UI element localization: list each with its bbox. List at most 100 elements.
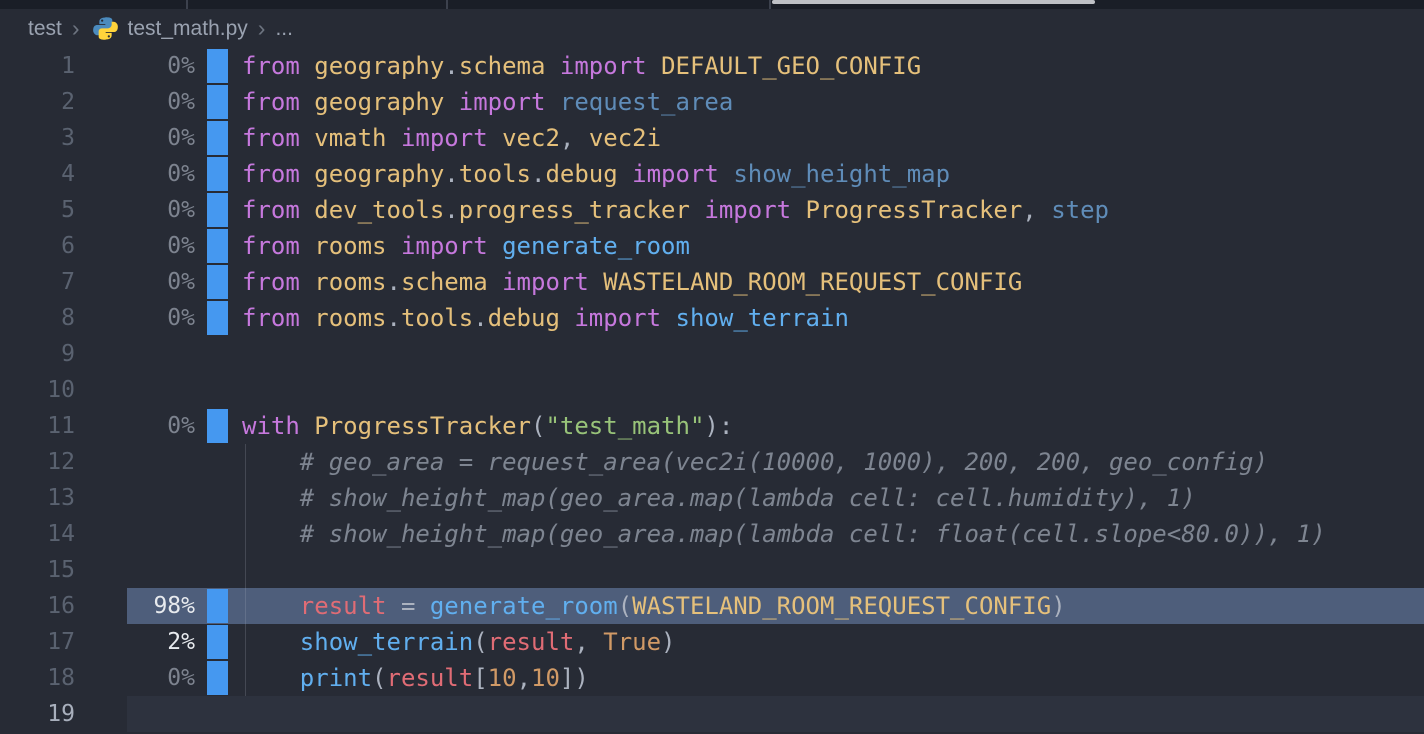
coverage-bar — [207, 265, 228, 299]
line-number[interactable]: 14 — [0, 516, 75, 552]
line-number[interactable]: 9 — [0, 336, 75, 372]
coverage-percent — [75, 480, 195, 516]
token-mod: ProgressTracker — [314, 412, 531, 440]
code-line-row[interactable]: 70% from rooms.schema import WASTELAND_RO… — [0, 264, 1424, 300]
token-kw: from — [242, 88, 300, 116]
coverage-percent: 0% — [75, 84, 195, 120]
code-line-row[interactable]: 20% from geography import request_area — [0, 84, 1424, 120]
line-number[interactable]: 3 — [0, 120, 75, 156]
code-lines: 10%from geography.schema import DEFAULT_… — [0, 48, 1424, 732]
code-line-row[interactable]: 15 — [0, 552, 1424, 588]
coverage-gutter — [195, 660, 242, 696]
line-number[interactable]: 16 — [0, 588, 75, 624]
token-pn — [647, 52, 661, 80]
line-number[interactable]: 6 — [0, 228, 75, 264]
indent-guide — [245, 552, 246, 588]
code-line-row[interactable]: 19 — [0, 696, 1424, 732]
code-text[interactable]: from rooms.tools.debug import show_terra… — [242, 300, 849, 336]
line-number[interactable]: 17 — [0, 624, 75, 660]
token-pn: = — [387, 592, 430, 620]
coverage-gutter — [195, 156, 242, 192]
code-text[interactable]: result = generate_room(WASTELAND_ROOM_RE… — [242, 588, 1066, 624]
token-num: True — [603, 628, 661, 656]
token-pn: ): — [704, 412, 733, 440]
line-number[interactable]: 5 — [0, 192, 75, 228]
token-fn: generate_room — [430, 592, 618, 620]
line-number[interactable]: 7 — [0, 264, 75, 300]
code-line-row[interactable]: 80%from rooms.tools.debug import show_te… — [0, 300, 1424, 336]
code-text[interactable]: from rooms import generate_room — [242, 228, 690, 264]
code-line-row[interactable]: 40% from geography.tools.debug import sho… — [0, 156, 1424, 192]
code-text[interactable]: from vmath import vec2, vec2i — [242, 120, 661, 156]
coverage-gutter — [195, 336, 242, 372]
coverage-percent — [75, 336, 195, 372]
token-pn: . — [444, 52, 458, 80]
code-line-row[interactable]: 12 # geo_area = request_area(vec2i(10000… — [0, 444, 1424, 480]
code-text[interactable]: print(result[10,10]) — [242, 660, 589, 696]
code-text[interactable]: from rooms.schema import WASTELAND_ROOM_… — [242, 264, 1022, 300]
code-line-row[interactable]: 10 — [0, 372, 1424, 408]
code-text[interactable]: from geography.tools.debug import show_h… — [242, 156, 950, 192]
line-number[interactable]: 10 — [0, 372, 75, 408]
token-pn — [444, 88, 458, 116]
code-line-row[interactable]: 13 # show_height_map(geo_area.map(lambda… — [0, 480, 1424, 516]
coverage-percent: 0% — [75, 156, 195, 192]
code-line-row[interactable]: 172% show_terrain(result, True) — [0, 624, 1424, 660]
coverage-percent: 0% — [75, 228, 195, 264]
line-number[interactable]: 13 — [0, 480, 75, 516]
code-text[interactable]: from geography.schema import DEFAULT_GEO… — [242, 48, 921, 84]
code-text[interactable]: # show_height_map(geo_area.map(lambda ce… — [242, 516, 1326, 552]
token-pn: ( — [531, 412, 545, 440]
line-number[interactable]: 19 — [0, 696, 75, 732]
code-line-row[interactable]: 110%with ProgressTracker("test_math"): — [0, 408, 1424, 444]
code-text[interactable]: show_terrain(result, True) — [242, 624, 676, 660]
code-line-row[interactable]: 10%from geography.schema import DEFAULT_… — [0, 48, 1424, 84]
token-mod: dev_tools — [314, 196, 444, 224]
token-kw: from — [242, 232, 300, 260]
coverage-percent — [75, 696, 195, 732]
code-line-row[interactable]: 180% print(result[10,10]) — [0, 660, 1424, 696]
token-cmt: # show_height_map(geo_area.map(lambda ce… — [242, 520, 1326, 548]
coverage-percent: 0% — [75, 120, 195, 156]
line-number[interactable]: 1 — [0, 48, 75, 84]
token-kw: from — [242, 304, 300, 332]
token-pn — [242, 628, 300, 656]
code-line-row[interactable]: 60% from rooms import generate_room — [0, 228, 1424, 264]
code-line-row[interactable]: 14 # show_height_map(geo_area.map(lambda… — [0, 516, 1424, 552]
token-mod: rooms — [314, 268, 386, 296]
breadcrumb-folder[interactable]: test — [28, 17, 62, 41]
line-number[interactable]: 11 — [0, 408, 75, 444]
breadcrumb-symbol-more[interactable]: ... — [275, 17, 293, 41]
line-number[interactable]: 15 — [0, 552, 75, 588]
token-mod: tools — [459, 160, 531, 188]
line-number[interactable]: 8 — [0, 300, 75, 336]
code-text[interactable]: with ProgressTracker("test_math"): — [242, 408, 733, 444]
coverage-gutter — [195, 372, 242, 408]
code-text[interactable]: from dev_tools.progress_tracker import P… — [242, 192, 1109, 228]
token-pn — [488, 232, 502, 260]
line-number[interactable]: 12 — [0, 444, 75, 480]
code-line-row[interactable]: 9 — [0, 336, 1424, 372]
token-num: 10 — [488, 664, 517, 692]
code-line-row[interactable]: 30% from vmath import vec2, vec2i — [0, 120, 1424, 156]
line-number[interactable]: 18 — [0, 660, 75, 696]
code-line-row[interactable]: 50%from dev_tools.progress_tracker impor… — [0, 192, 1424, 228]
token-fnd: step — [1051, 196, 1109, 224]
coverage-bar — [207, 121, 228, 155]
token-pn — [589, 268, 603, 296]
line-number[interactable]: 4 — [0, 156, 75, 192]
coverage-gutter — [195, 552, 242, 588]
breadcrumb-file[interactable]: test_math.py — [128, 17, 248, 41]
code-text[interactable]: # show_height_map(geo_area.map(lambda ce… — [242, 480, 1196, 516]
coverage-gutter — [195, 264, 242, 300]
code-text[interactable]: from geography import request_area — [242, 84, 733, 120]
token-kw: import — [401, 124, 488, 152]
code-text[interactable]: # geo_area = request_area(vec2i(10000, 1… — [242, 444, 1268, 480]
scrollbar-thumb[interactable] — [772, 0, 1095, 4]
token-pn: ( — [618, 592, 632, 620]
coverage-percent: 0% — [75, 264, 195, 300]
coverage-bar — [207, 409, 228, 443]
code-line-row[interactable]: 1698% result = generate_room(WASTELAND_R… — [0, 588, 1424, 624]
line-number[interactable]: 2 — [0, 84, 75, 120]
coverage-gutter — [195, 408, 242, 444]
